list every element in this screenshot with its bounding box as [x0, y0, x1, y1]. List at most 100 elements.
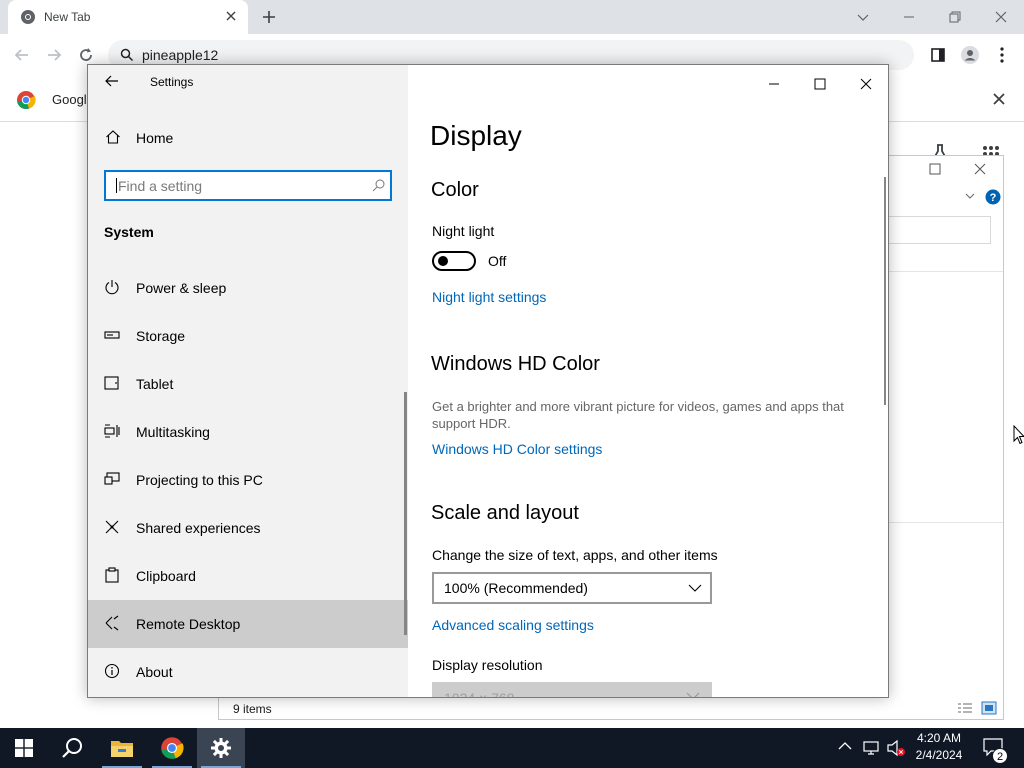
scale-dropdown[interactable]: 100% (Recommended) [432, 572, 712, 604]
tab-title: New Tab [44, 10, 91, 24]
nav-item-label: Storage [136, 328, 186, 344]
side-panel-icon[interactable] [928, 45, 948, 65]
infobar-close-icon[interactable] [992, 92, 1006, 106]
expand-ribbon-chevron-icon[interactable] [965, 192, 975, 200]
night-light-settings-link[interactable]: Night light settings [432, 289, 546, 305]
help-icon[interactable]: ? [985, 189, 1001, 205]
window-title: Settings [150, 75, 194, 89]
back-arrow-icon[interactable] [104, 73, 124, 93]
taskbar-chrome[interactable] [148, 728, 196, 768]
reload-icon[interactable] [76, 45, 96, 65]
more-menu-icon[interactable] [992, 45, 1012, 65]
settings-sidebar: Settings Home Find a setting System Powe… [88, 65, 408, 697]
nav-home-label: Home [136, 130, 174, 146]
scale-dropdown-value: 100% (Recommended) [444, 580, 588, 596]
close-icon[interactable] [856, 74, 876, 94]
profile-avatar-icon[interactable] [960, 45, 980, 65]
find-setting-input[interactable]: Find a setting [104, 170, 392, 201]
browser-minimize-icon[interactable] [898, 6, 920, 28]
large-icons-view-icon[interactable] [981, 701, 997, 715]
nav-about[interactable]: About [88, 648, 408, 696]
chevron-down-icon [686, 690, 700, 697]
tab-search-chevron-icon[interactable] [852, 6, 874, 28]
tab-close-icon[interactable] [224, 9, 238, 23]
multitasking-icon [104, 423, 122, 441]
scale-layout-heading: Scale and layout [431, 502, 579, 524]
tablet-icon [104, 375, 122, 393]
section-heading: System [104, 224, 154, 240]
chrome-logo-icon [160, 736, 184, 760]
maximize-icon[interactable] [929, 163, 941, 175]
color-heading: Color [431, 179, 479, 201]
taskbar: 4:20 AM 2/4/2024 2 [0, 728, 1024, 768]
minimize-icon[interactable] [764, 74, 784, 94]
power-icon [104, 279, 122, 297]
content-scrollbar[interactable] [884, 177, 886, 405]
volume-muted-icon[interactable] [886, 739, 906, 757]
hd-color-heading: Windows HD Color [431, 353, 600, 375]
divider [879, 271, 1003, 272]
nav-home[interactable]: Home [88, 123, 408, 153]
show-hidden-icons-chevron-icon[interactable] [838, 741, 852, 751]
new-tab-button[interactable] [260, 8, 278, 26]
chrome-logo-icon [16, 90, 36, 110]
nav-item-label: Remote Desktop [136, 616, 241, 632]
sidebar-scrollbar[interactable] [404, 392, 407, 635]
nav-item-label: Clipboard [136, 568, 196, 584]
nav-storage[interactable]: Storage [88, 312, 408, 360]
browser-restore-icon[interactable] [944, 6, 966, 28]
clipboard-icon [104, 567, 122, 585]
resize-cursor-icon [1013, 425, 1024, 445]
browser-close-icon[interactable] [990, 6, 1012, 28]
hd-color-settings-link[interactable]: Windows HD Color settings [432, 441, 602, 457]
address-bar-text: pineapple12 [142, 47, 219, 63]
divider [879, 522, 1003, 523]
projecting-icon [104, 471, 122, 489]
advanced-scaling-link[interactable]: Advanced scaling settings [432, 617, 594, 633]
close-icon[interactable] [974, 163, 986, 175]
chrome-favicon-icon [20, 9, 36, 25]
taskbar-search-button[interactable] [48, 728, 96, 768]
storage-icon [104, 327, 122, 345]
windows-logo-icon [15, 739, 33, 757]
search-placeholder: Find a setting [118, 178, 203, 194]
gear-icon [210, 737, 232, 759]
item-count-status: 9 items [233, 702, 272, 716]
nav-multitasking[interactable]: Multitasking [88, 408, 408, 456]
nav-item-label: Shared experiences [136, 520, 261, 536]
taskbar-file-explorer[interactable] [98, 728, 146, 768]
network-icon[interactable] [862, 739, 880, 757]
search-icon [120, 48, 134, 62]
night-light-toggle[interactable] [432, 251, 476, 271]
nav-shared-experiences[interactable]: Shared experiences [88, 504, 408, 552]
back-arrow-icon[interactable] [12, 45, 32, 65]
maximize-icon[interactable] [810, 74, 830, 94]
nav-item-label: Power & sleep [136, 280, 227, 296]
start-button[interactable] [0, 728, 48, 768]
clock-date[interactable]: 2/4/2024 [908, 748, 970, 762]
forward-arrow-icon[interactable] [44, 45, 64, 65]
night-light-label: Night light [432, 223, 495, 239]
nav-projecting[interactable]: Projecting to this PC [88, 456, 408, 504]
details-view-icon[interactable] [957, 702, 973, 716]
svg-text:?: ? [990, 192, 997, 204]
clock-time[interactable]: 4:20 AM [908, 731, 970, 745]
nav-remote-desktop[interactable]: Remote Desktop [88, 600, 408, 648]
nav-item-label: Tablet [136, 376, 174, 392]
taskbar-settings[interactable] [197, 728, 245, 768]
info-icon [104, 663, 122, 681]
nav-tablet[interactable]: Tablet [88, 360, 408, 408]
toggle-knob [438, 256, 448, 266]
search-icon [61, 737, 83, 759]
explorer-search-box[interactable] [879, 216, 991, 244]
settings-window: Settings Home Find a setting System Powe… [87, 64, 889, 698]
nav-item-label: Multitasking [136, 424, 210, 440]
nav-clipboard[interactable]: Clipboard [88, 552, 408, 600]
notification-count-badge: 2 [992, 748, 1008, 764]
nav-power-sleep[interactable]: Power & sleep [88, 264, 408, 312]
night-light-state: Off [488, 253, 507, 269]
browser-tab-new-tab[interactable]: New Tab [8, 0, 248, 34]
resolution-dropdown[interactable]: 1024 × 768 [432, 682, 712, 697]
resolution-label: Display resolution [432, 657, 543, 673]
search-icon [372, 179, 385, 192]
